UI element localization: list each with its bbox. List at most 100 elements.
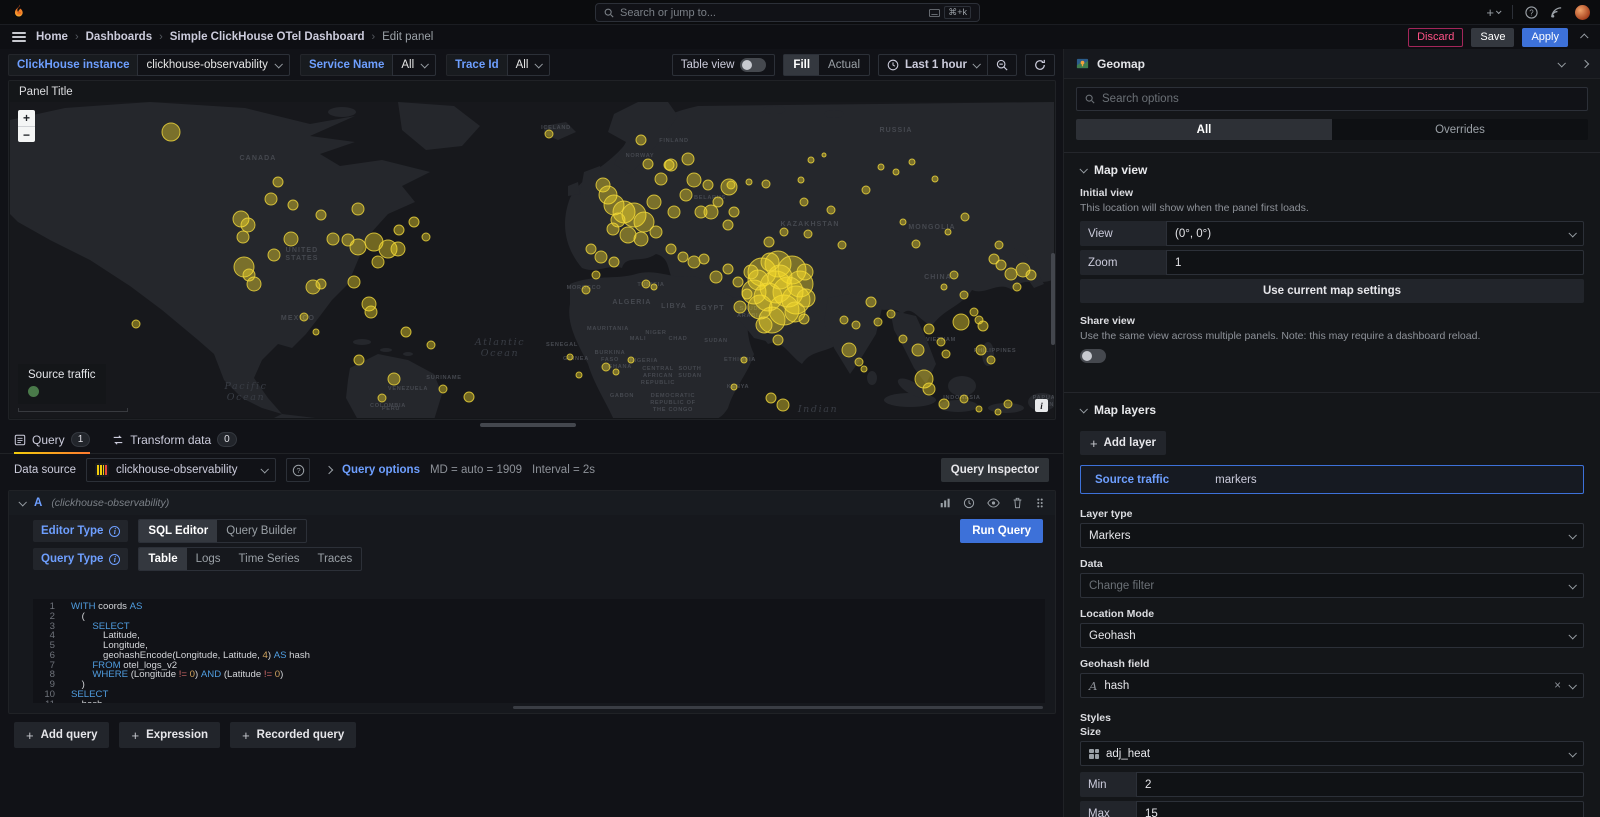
zoom-input[interactable]: 1 (1166, 250, 1584, 275)
map-marker[interactable] (243, 269, 255, 281)
map-marker[interactable] (602, 363, 610, 371)
min-input[interactable]: 2 (1136, 772, 1584, 797)
map-marker[interactable] (1004, 400, 1012, 408)
map-marker[interactable] (808, 157, 814, 163)
map-zoom-in-button[interactable]: + (18, 110, 35, 126)
map-marker[interactable] (634, 232, 648, 246)
map-marker[interactable] (800, 198, 808, 206)
map-marker[interactable] (348, 276, 360, 288)
pane-resize-handle[interactable] (480, 423, 576, 427)
map-marker[interactable] (132, 320, 140, 328)
map-marker[interactable] (941, 284, 947, 290)
query-options-expand-icon[interactable] (325, 466, 333, 474)
map-marker[interactable] (741, 357, 747, 363)
map-marker[interactable] (742, 289, 752, 299)
map-marker[interactable] (804, 230, 812, 238)
collapse-options-icon[interactable] (1581, 59, 1589, 67)
map-marker[interactable] (628, 357, 634, 363)
editor-hscrollbar[interactable] (513, 706, 1043, 709)
datasource-picker[interactable]: clickhouse-observability (86, 458, 276, 482)
fill-mode-button[interactable]: Fill (784, 55, 819, 75)
map-marker[interactable] (582, 286, 590, 294)
map-marker[interactable] (620, 227, 636, 243)
info-icon[interactable]: i (109, 526, 120, 537)
map-marker[interactable] (237, 231, 249, 243)
query-options-toggle[interactable]: Query options (342, 464, 420, 476)
map-marker[interactable] (773, 335, 783, 345)
geohash-field-select[interactable]: A hash × (1080, 673, 1584, 698)
map-marker[interactable] (874, 318, 882, 326)
tab-overrides[interactable]: Overrides (1332, 119, 1588, 140)
map-marker[interactable] (878, 164, 884, 170)
map-marker[interactable] (647, 195, 661, 209)
tab-query[interactable]: Query 1 (14, 432, 90, 453)
map-marker[interactable] (924, 324, 934, 334)
map-marker[interactable] (797, 289, 815, 307)
map-marker[interactable] (365, 306, 377, 318)
layer-row-source-traffic[interactable]: Source traffic markers (1080, 465, 1584, 494)
collapse-query-icon[interactable] (18, 498, 26, 506)
map-marker[interactable] (960, 291, 968, 299)
add-layer-button[interactable]: +Add layer (1080, 431, 1166, 455)
map-marker[interactable] (388, 373, 400, 385)
map-marker[interactable] (912, 344, 924, 356)
map-marker[interactable] (316, 279, 326, 289)
map-marker[interactable] (643, 159, 653, 169)
map-marker[interactable] (354, 355, 364, 365)
map-marker[interactable] (900, 219, 906, 225)
map-marker[interactable] (937, 338, 945, 346)
map-marker[interactable] (300, 313, 308, 321)
map-marker[interactable] (945, 229, 951, 235)
map-marker[interactable] (273, 177, 283, 187)
options-search-input[interactable]: Search options (1076, 87, 1588, 111)
datasource-help-button[interactable]: ? (286, 458, 310, 482)
refresh-button[interactable] (1026, 55, 1054, 75)
map-marker[interactable] (950, 271, 958, 279)
query-row-header[interactable]: A (clickhouse-observability) (9, 491, 1055, 515)
map-marker[interactable] (613, 369, 619, 375)
map-marker[interactable] (327, 233, 339, 245)
breadcrumb-home[interactable]: Home (36, 31, 68, 43)
discard-button[interactable]: Discard (1408, 28, 1463, 47)
map-marker[interactable] (427, 341, 435, 349)
map-marker[interactable] (265, 193, 277, 205)
map-marker[interactable] (372, 256, 384, 268)
map-marker[interactable] (595, 251, 607, 263)
map-marker[interactable] (976, 345, 986, 355)
help-icon[interactable]: ? (1525, 6, 1538, 19)
avatar[interactable] (1575, 5, 1590, 20)
map-marker[interactable] (241, 218, 255, 232)
panel-title[interactable]: Panel Title (9, 81, 1055, 102)
query-type-table[interactable]: Table (139, 548, 186, 570)
world-map[interactable]: RUSSIACANADAUNITEDSTATESMEXICOVENEZUELAC… (10, 102, 1054, 418)
map-marker[interactable] (586, 244, 596, 254)
map-marker[interactable] (721, 179, 737, 195)
variable-trace-id[interactable]: Trace Id All (446, 54, 550, 76)
map-marker[interactable] (953, 314, 969, 330)
recorded-query-button[interactable]: +Recorded query (230, 722, 356, 748)
map-marker[interactable] (666, 244, 676, 254)
map-marker[interactable] (827, 206, 835, 214)
viz-picker-caret[interactable] (1557, 59, 1565, 67)
query-builder-option[interactable]: Query Builder (217, 520, 305, 542)
eye-icon[interactable] (987, 497, 1000, 509)
map-marker[interactable] (855, 358, 863, 366)
map-marker[interactable] (678, 252, 688, 262)
map-marker[interactable] (852, 321, 860, 329)
menu-toggle-icon[interactable] (12, 32, 26, 42)
expression-button[interactable]: +Expression (119, 722, 220, 748)
map-marker[interactable] (995, 241, 1003, 249)
map-marker[interactable] (350, 239, 366, 255)
map-marker[interactable] (731, 384, 737, 390)
map-marker[interactable] (987, 356, 995, 364)
map-marker[interactable] (733, 277, 743, 287)
map-marker[interactable] (682, 153, 694, 165)
run-query-button[interactable]: Run Query (960, 519, 1043, 543)
map-marker[interactable] (378, 394, 386, 402)
map-marker[interactable] (723, 264, 733, 274)
map-marker[interactable] (764, 237, 774, 247)
map-marker[interactable] (394, 225, 404, 235)
map-marker[interactable] (1005, 268, 1017, 280)
map-marker[interactable] (567, 354, 573, 360)
time-range-picker[interactable]: Last 1 hour (879, 55, 987, 75)
